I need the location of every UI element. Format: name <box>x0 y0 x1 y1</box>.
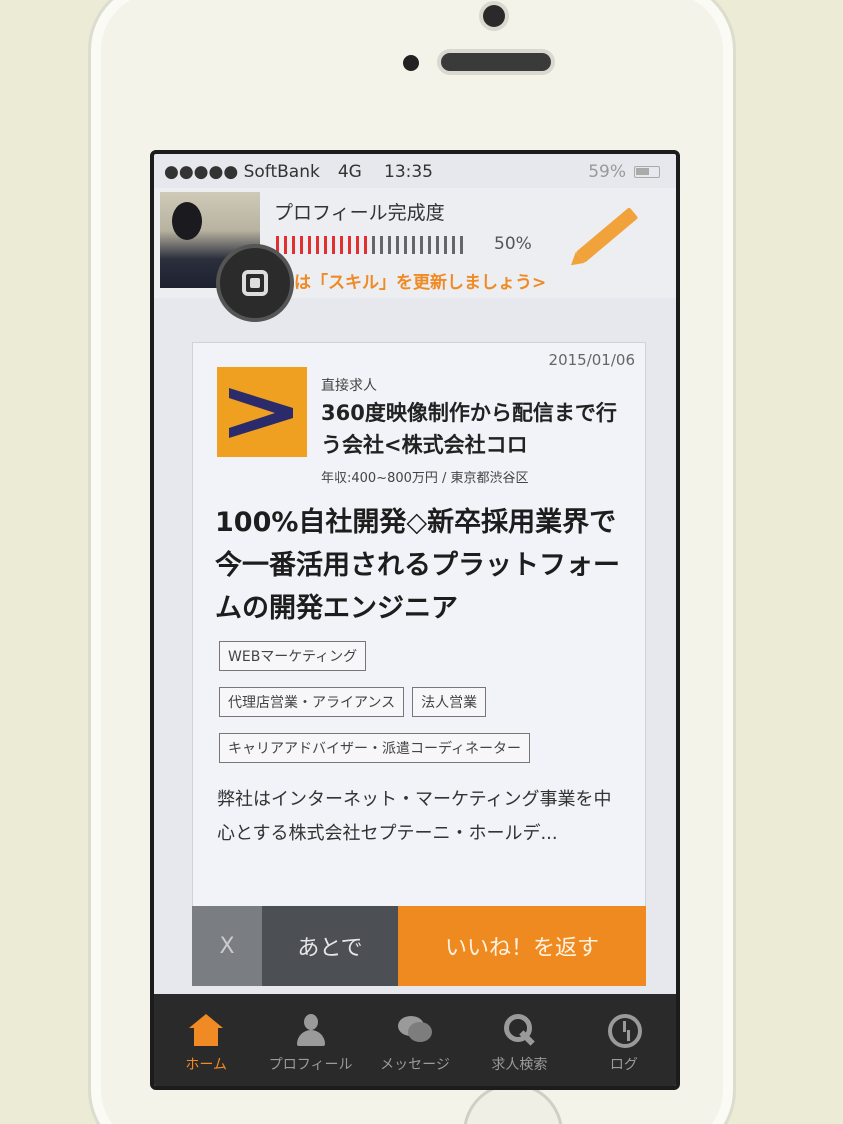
clock-icon <box>607 1014 642 1048</box>
tab-home[interactable]: ホーム <box>154 994 258 1086</box>
company-logo <box>217 367 307 457</box>
tab-log[interactable]: ログ <box>572 994 676 1086</box>
like-back-button[interactable]: いいね！を返す <box>398 906 646 986</box>
job-tag: 法人営業 <box>412 687 487 717</box>
dismiss-button[interactable]: X <box>192 906 262 986</box>
battery-percent: 59% <box>588 162 626 182</box>
progress-tick <box>380 236 383 254</box>
status-right: 59% <box>588 162 660 182</box>
tab-label: ホーム <box>185 1057 227 1073</box>
profile-completion-title: プロフィール完成度 <box>274 202 445 224</box>
later-button[interactable]: あとで <box>262 906 398 986</box>
progress-tick <box>420 236 423 254</box>
job-description: 弊社はインターネット・マーケティング事業を中心とする株式会社セプテーニ・ホールデ… <box>217 789 612 844</box>
company-name: 360度映像制作から配信まで行う会社<株式会社コロ <box>321 401 617 457</box>
progress-tick <box>444 236 447 254</box>
tab-label: プロフィール <box>268 1057 353 1073</box>
progress-tick <box>332 236 335 254</box>
card-actions: X あとで いいね！を返す <box>192 906 646 986</box>
company-meta: 年収:400~800万円 / 東京都渋谷区 <box>321 471 529 486</box>
tab-messages[interactable]: メッセージ <box>363 994 467 1086</box>
tab-label: ログ <box>609 1057 638 1073</box>
tab-label: 求人検索 <box>491 1057 548 1073</box>
progress-tick <box>452 236 455 254</box>
progress-tick <box>284 236 287 254</box>
progress-tick <box>412 236 415 254</box>
search-icon <box>502 1014 536 1046</box>
profile-progress-percent: 50% <box>494 234 532 254</box>
message-icon <box>398 1014 433 1046</box>
progress-tick <box>396 236 399 254</box>
job-tag: 代理店営業・アライアンス <box>219 687 405 717</box>
job-date: 2015/01/06 <box>548 351 635 369</box>
home-icon <box>189 1014 224 1046</box>
progress-tick <box>388 236 391 254</box>
status-bar: ●●●●● SoftBank 4G 13:35 59% <box>154 154 676 190</box>
progress-tick <box>300 236 303 254</box>
carrier-label: ●●●●● SoftBank <box>164 162 320 182</box>
progress-tick <box>340 236 343 254</box>
tab-profile[interactable]: プロフィール <box>258 994 362 1086</box>
proximity-sensor <box>403 55 419 71</box>
chevron-logo-icon <box>229 388 293 438</box>
job-tag: WEBマーケティング <box>219 641 367 671</box>
job-tags: WEBマーケティング 代理店営業・アライアンス 法人営業 キャリアアドバイザー・… <box>219 641 629 763</box>
network-label: 4G <box>337 162 362 182</box>
progress-tick <box>292 236 295 254</box>
job-type: 直接求人 <box>321 378 377 394</box>
front-camera <box>483 5 505 27</box>
battery-icon <box>634 166 660 178</box>
profile-progress-bar <box>276 236 463 254</box>
progress-tick <box>308 236 311 254</box>
user-icon <box>294 1014 328 1046</box>
app-screen: ●●●●● SoftBank 4G 13:35 59% プロフィール完成度 50… <box>150 150 680 1090</box>
job-title: 100%自社開発◇新卒採用業界で今一番活用されるプラットフォームの開発エンジニア <box>215 507 620 624</box>
profile-hint-link[interactable]: は「スキル」を更新しましょう> <box>294 268 546 293</box>
progress-tick <box>324 236 327 254</box>
progress-tick <box>372 236 375 254</box>
job-tag: キャリアアドバイザー・派遣コーディネーター <box>219 733 531 763</box>
pencil-icon <box>575 207 639 263</box>
status-time: 13:35 <box>384 162 433 182</box>
progress-tick <box>428 236 431 254</box>
job-card[interactable]: 2015/01/06 直接求人 360度映像制作から配信まで行う会社<株式会社コ… <box>192 342 646 932</box>
progress-tick <box>356 236 359 254</box>
tab-label: メッセージ <box>380 1057 450 1073</box>
progress-tick <box>436 236 439 254</box>
progress-tick <box>316 236 319 254</box>
progress-tick <box>348 236 351 254</box>
tab-job-search[interactable]: 求人検索 <box>467 994 571 1086</box>
progress-tick <box>404 236 407 254</box>
progress-tick <box>460 236 463 254</box>
assistive-touch-button[interactable] <box>216 244 294 322</box>
progress-tick <box>364 236 367 254</box>
earpiece-speaker <box>441 53 551 71</box>
bottom-tab-bar: ホーム プロフィール メッセージ 求人検索 ログ <box>154 994 676 1086</box>
